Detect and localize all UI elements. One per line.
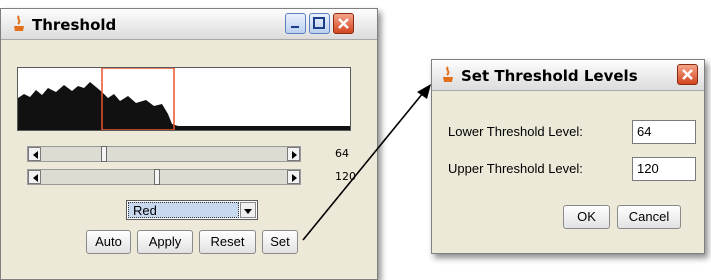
- apply-button[interactable]: Apply: [137, 230, 193, 254]
- close-button[interactable]: [333, 13, 354, 34]
- channel-select-value: Red: [128, 202, 239, 218]
- lower-threshold-label: Lower Threshold Level:: [448, 124, 583, 139]
- set-threshold-dialog: Set Threshold Levels Lower Threshold Lev…: [431, 59, 705, 254]
- histogram-distribution: [18, 82, 350, 130]
- upper-threshold-label: Upper Threshold Level:: [448, 161, 583, 176]
- lower-slider-right-button[interactable]: [287, 147, 300, 161]
- histogram: [17, 67, 351, 131]
- java-cup-icon: [14, 15, 24, 31]
- cancel-button[interactable]: Cancel: [617, 205, 681, 229]
- threshold-titlebar[interactable]: Threshold: [1, 9, 377, 40]
- dialog-content: Lower Threshold Level: 64 Upper Threshol…: [432, 91, 704, 253]
- java-cup-icon: [443, 66, 453, 82]
- lower-slider-left-button[interactable]: [28, 147, 41, 161]
- upper-slider-thumb[interactable]: [154, 169, 161, 185]
- minimize-button[interactable]: [285, 13, 306, 34]
- upper-slider-left-button[interactable]: [28, 170, 41, 184]
- reset-button[interactable]: Reset: [199, 230, 256, 254]
- dialog-close-button[interactable]: [677, 64, 698, 85]
- channel-select[interactable]: Red: [126, 200, 258, 220]
- threshold-window: Threshold 64 120 Red Auto Apply Reset Se…: [0, 8, 378, 280]
- close-icon: [682, 69, 693, 80]
- upper-slider-right-button[interactable]: [287, 170, 300, 184]
- lower-value-label: 64: [335, 147, 349, 160]
- arrow-right-icon: [292, 174, 297, 182]
- upper-value-label: 120: [335, 170, 356, 183]
- dialog-title: Set Threshold Levels: [461, 67, 638, 85]
- ok-button[interactable]: OK: [563, 205, 610, 229]
- upper-threshold-slider[interactable]: [27, 169, 301, 185]
- arrow-left-icon: [33, 174, 38, 182]
- threshold-content: 64 120 Red Auto Apply Reset Set: [1, 40, 377, 279]
- upper-threshold-field[interactable]: 120: [632, 157, 696, 181]
- upper-slider-track[interactable]: [41, 170, 287, 184]
- histogram-graph: [18, 67, 350, 131]
- set-button[interactable]: Set: [262, 230, 298, 254]
- close-icon: [338, 18, 349, 29]
- lower-threshold-slider[interactable]: [27, 146, 301, 162]
- dialog-titlebar[interactable]: Set Threshold Levels: [432, 60, 704, 91]
- lower-slider-thumb[interactable]: [101, 146, 108, 162]
- lower-slider-track[interactable]: [41, 147, 287, 161]
- maximize-button[interactable]: [309, 13, 330, 34]
- auto-button[interactable]: Auto: [86, 230, 131, 254]
- channel-select-dropdown-button[interactable]: [240, 202, 256, 218]
- threshold-title: Threshold: [32, 16, 117, 34]
- arrow-right-icon: [292, 151, 297, 159]
- minimize-icon: [291, 26, 299, 28]
- arrow-left-icon: [33, 151, 38, 159]
- lower-threshold-field[interactable]: 64: [632, 120, 696, 144]
- maximize-icon: [313, 17, 325, 29]
- chevron-down-icon: [244, 209, 252, 214]
